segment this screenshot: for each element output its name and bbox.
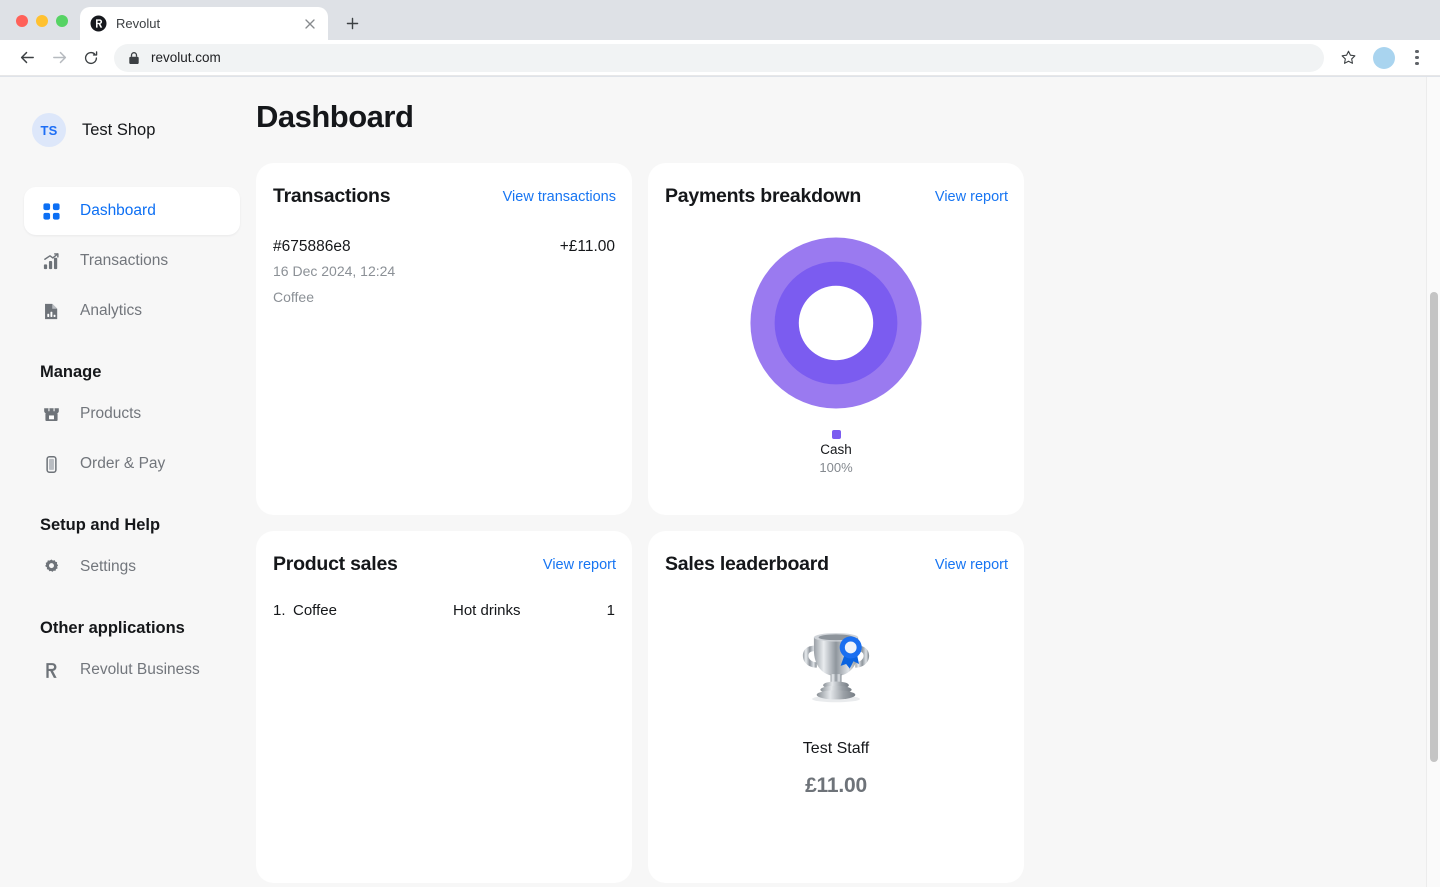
new-tab-button[interactable] [338,9,366,37]
close-window-button[interactable] [16,15,28,27]
card-header: Payments breakdown View report [664,185,1008,208]
leaderboard-amount: £11.00 [805,774,867,797]
view-report-link[interactable]: View report [543,557,616,573]
tab-title: Revolut [116,16,161,31]
page-title: Dashboard [256,99,414,134]
sidebar-item-settings[interactable]: Settings [24,543,240,591]
close-icon[interactable] [302,16,318,32]
sidebar-item-revolut-business[interactable]: Revolut Business [24,646,240,694]
view-report-link[interactable]: View report [935,557,1008,573]
sidebar-item-label: Analytics [80,302,143,319]
card-title: Sales leaderboard [665,553,829,575]
transactions-card: Transactions View transactions #675886e8… [256,163,632,515]
minimize-window-button[interactable] [36,15,48,27]
kebab-menu-icon[interactable] [1406,44,1428,72]
page-viewport: TS Test Shop Dashboard Transactions Anal… [0,77,1440,887]
trophy-icon [802,633,870,703]
product-name: Coffee [293,602,337,619]
maximize-window-button[interactable] [56,15,68,27]
card-title: Payments breakdown [665,185,861,207]
product-rank: 1. [273,602,286,619]
legend-value: 100% [819,460,853,475]
storefront-icon [40,403,62,425]
sidebar-item-label: Transactions [80,252,169,269]
card-title: Product sales [273,553,398,575]
view-transactions-link[interactable]: View transactions [503,189,616,205]
transaction-product: Coffee [273,288,314,305]
table-row: 1. Coffee Hot drinks 1 [272,602,616,619]
sidebar-item-label: Revolut Business [80,661,200,678]
scrollbar-thumb[interactable] [1430,292,1438,762]
browser-tab[interactable]: Revolut [80,7,328,40]
card-header: Product sales View report [272,553,616,576]
lock-icon [129,51,139,64]
sidebar: TS Test Shop Dashboard Transactions Anal… [0,77,256,887]
forward-arrow-icon [52,51,66,64]
bookmark-button[interactable] [1334,44,1362,72]
sidebar-section-manage: Manage [40,363,102,381]
sidebar-item-transactions[interactable]: Transactions [24,237,240,285]
transaction-row[interactable]: #675886e8 +£11.00 16 Dec 2024, 12:24 Cof… [272,238,616,307]
scrollbar[interactable] [1426,77,1440,887]
product-sales-card: Product sales View report 1. Coffee Hot … [256,531,632,883]
forward-button[interactable] [44,43,74,73]
revolut-logo-icon [90,15,107,32]
card-header: Transactions View transactions [272,185,616,208]
transaction-date: 16 Dec 2024, 12:24 [273,263,396,279]
reload-icon [84,50,98,64]
sidebar-section-setup-and-help: Setup and Help [40,516,161,534]
tab-strip: Revolut [0,0,1440,40]
transaction-amount: +£11.00 [559,238,615,255]
card-header: Sales leaderboard View report [664,553,1008,576]
card-title: Transactions [273,185,391,207]
document-chart-icon [40,300,62,322]
sidebar-item-label: Dashboard [80,202,156,219]
phone-icon [40,453,62,475]
sidebar-section-other-applications: Other applications [40,619,185,637]
donut-chart-container: Cash 100% [664,230,1008,475]
sidebar-item-dashboard[interactable]: Dashboard [24,187,240,235]
sidebar-item-order-and-pay[interactable]: Order & Pay [24,440,240,488]
legend-label: Cash [820,442,852,457]
donut-chart [750,237,922,409]
back-arrow-icon [20,51,34,64]
sidebar-item-label: Order & Pay [80,455,166,472]
leaderboard-body: Test Staff £11.00 [664,576,1008,798]
sidebar-item-label: Settings [80,558,137,575]
address-bar[interactable]: revolut.com [114,43,1324,72]
product-category: Hot drinks [453,602,521,619]
back-button[interactable] [12,43,42,73]
sales-leaderboard-card: Sales leaderboard View report Test Staff… [648,531,1024,883]
window-controls [12,15,80,40]
plus-icon [346,17,358,29]
star-icon [1341,50,1355,64]
main-content: Dashboard Transactions View transactions… [256,77,1426,887]
shop-name: Test Shop [82,120,156,139]
browser-window: Revolut revolut.com TS Test Shop Dashboa… [0,0,1440,887]
transaction-id: #675886e8 [273,238,351,255]
legend-swatch [831,430,841,439]
payments-breakdown-card: Payments breakdown View report Cash 100% [648,163,1024,515]
chart-legend: Cash 100% [819,430,853,475]
product-quantity: 1 [606,602,615,619]
profile-avatar[interactable] [1373,46,1395,69]
sidebar-item-products[interactable]: Products [24,390,240,438]
leaderboard-staff-name: Test Staff [802,740,870,757]
sidebar-item-analytics[interactable]: Analytics [24,287,240,335]
dashboard-grid: Transactions View transactions #675886e8… [256,163,1402,883]
grid-icon [40,200,62,222]
bar-chart-arrow-icon [40,250,62,272]
shop-selector[interactable]: TS Test Shop [24,113,240,147]
gear-icon [40,556,62,578]
sidebar-item-label: Products [80,405,142,422]
avatar: TS [32,113,66,147]
revolut-r-icon [40,659,62,681]
browser-toolbar: revolut.com [0,40,1440,76]
reload-button[interactable] [76,43,106,73]
view-report-link[interactable]: View report [935,189,1008,205]
url-text: revolut.com [151,50,221,65]
